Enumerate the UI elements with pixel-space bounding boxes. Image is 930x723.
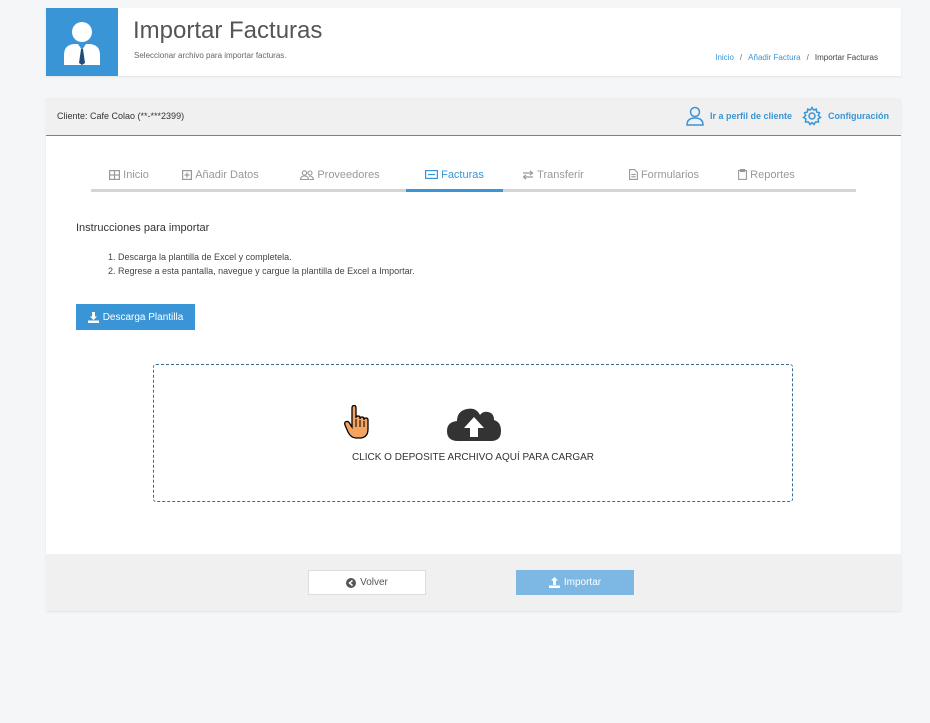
transfer-icon (522, 169, 534, 180)
profile-link[interactable]: Ir a perfil de cliente (686, 106, 792, 126)
user-avatar-icon (46, 8, 118, 76)
instructions-list: 1. Descarga la plantilla de Excel y comp… (108, 250, 415, 278)
file-icon (629, 169, 638, 180)
import-button[interactable]: Importar (516, 570, 634, 595)
clipboard-icon (738, 169, 748, 180)
download-template-button[interactable]: Descarga Plantilla (76, 304, 195, 330)
download-template-label: Descarga Plantilla (102, 311, 184, 323)
client-bar: Cliente: Cafe Colao (**-***2399) Ir a pe… (46, 98, 901, 136)
breadcrumb-separator: / (806, 53, 809, 62)
dropzone-text: CLICK O DEPOSITE ARCHIVO AQUÍ PARA CARGA… (351, 452, 595, 463)
tab-inicio[interactable]: Inicio (91, 160, 167, 189)
main-panel: Cliente: Cafe Colao (**-***2399) Ir a pe… (46, 98, 901, 611)
tab-bar: Inicio Añadir Datos Proveedores Facturas… (91, 160, 856, 192)
users-icon (300, 169, 315, 180)
tab-label: Inicio (123, 168, 149, 181)
cloud-upload-icon (447, 408, 501, 441)
breadcrumb-inicio[interactable]: Inicio (715, 53, 734, 62)
breadcrumb-current: Importar Facturas (814, 53, 878, 62)
tab-anadir-datos[interactable]: Añadir Datos (167, 160, 274, 189)
config-link[interactable]: Configuración (802, 106, 889, 126)
footer-bar: Volver Importar (46, 554, 901, 611)
breadcrumb: Inicio / Añadir Factura / Importar Factu… (715, 53, 878, 62)
breadcrumb-anadir-factura[interactable]: Añadir Factura (748, 53, 800, 62)
file-dropzone[interactable]: CLICK O DEPOSITE ARCHIVO AQUÍ PARA CARGA… (153, 364, 793, 502)
upload-icon (548, 577, 560, 588)
import-button-label: Importar (563, 577, 602, 588)
page-title: Importar Facturas (133, 17, 323, 44)
tab-facturas[interactable]: Facturas (406, 160, 503, 192)
client-label: Cliente: Cafe Colao (**-***2399) (57, 111, 185, 121)
gear-icon (802, 106, 822, 126)
arrow-left-circle-icon (346, 577, 357, 588)
breadcrumb-separator: / (739, 53, 743, 62)
invoice-icon (425, 170, 439, 179)
plus-square-icon (182, 169, 193, 180)
tab-formularios[interactable]: Formularios (603, 160, 725, 189)
back-button[interactable]: Volver (308, 570, 426, 595)
tab-label: Reportes (750, 168, 795, 181)
grid-icon (109, 169, 121, 180)
tab-label: Añadir Datos (195, 168, 259, 181)
tab-label: Transferir (537, 168, 584, 181)
profile-link-label: Ir a perfil de cliente (709, 111, 792, 121)
instruction-step: 1. Descarga la plantilla de Excel y comp… (108, 252, 292, 262)
hand-pointer-cursor-icon (344, 405, 369, 439)
page-subtitle: Seleccionar archivo para importar factur… (134, 51, 287, 60)
tab-label: Proveedores (317, 168, 380, 181)
tab-label: Facturas (441, 168, 484, 181)
tab-reportes[interactable]: Reportes (725, 160, 808, 189)
user-icon (686, 106, 704, 126)
tab-transferir[interactable]: Transferir (503, 160, 603, 189)
config-link-label: Configuración (828, 111, 889, 121)
instructions-title: Instrucciones para importar (76, 222, 210, 234)
page-header: Importar Facturas Seleccionar archivo pa… (46, 8, 901, 76)
tab-proveedores[interactable]: Proveedores (274, 160, 406, 189)
tab-label: Formularios (640, 168, 700, 181)
back-button-label: Volver (360, 577, 388, 588)
instruction-step: 2. Regrese a esta pantalla, navegue y ca… (108, 266, 415, 276)
download-icon (87, 311, 99, 323)
